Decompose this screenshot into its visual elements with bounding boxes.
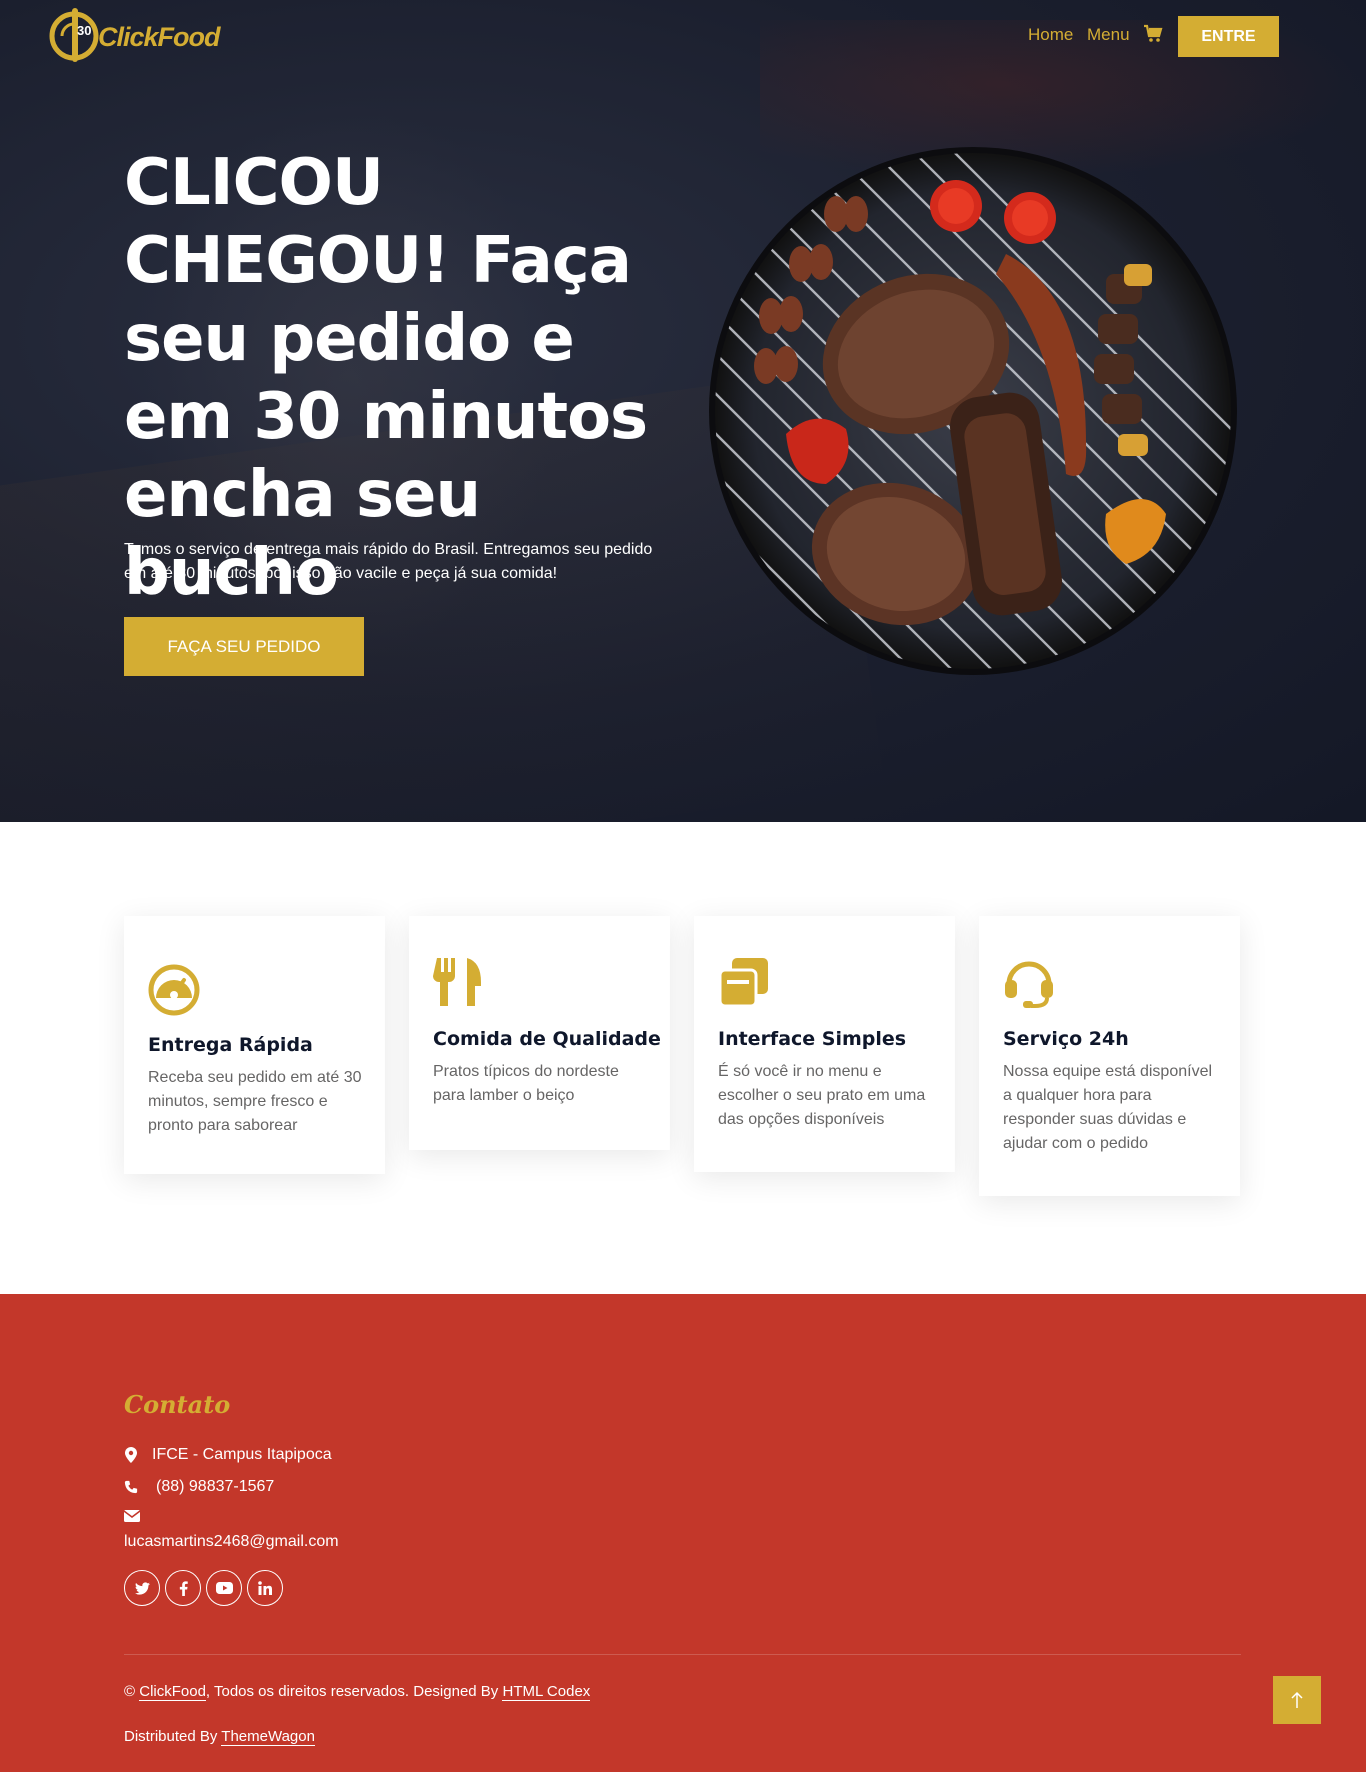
copyright-text: , Todos os direitos reservados. Designed…	[205, 1683, 499, 1700]
copy-icon	[718, 958, 768, 1008]
footer-divider	[124, 1654, 1241, 1655]
contact-address: IFCE - Campus Itapipoca	[124, 1446, 332, 1464]
map-marker-icon	[125, 1447, 137, 1463]
feature-card-quality-food: Comida de Qualidade Pratos típicos do no…	[409, 916, 670, 1150]
facebook-icon[interactable]	[165, 1570, 201, 1606]
phone-icon	[124, 1480, 138, 1494]
contact-phone-text: (88) 98837-1567	[156, 1478, 275, 1495]
feature-text: É só você ir no menu e escolher o seu pr…	[718, 1063, 926, 1128]
contact-title: Contato	[124, 1390, 231, 1419]
brand-name: ClickFood	[98, 21, 221, 52]
youtube-icon[interactable]	[206, 1570, 242, 1606]
feature-title: Serviço 24h	[1003, 1028, 1129, 1050]
feature-text: Receba seu pedido em até 30 minutos, sem…	[148, 1069, 362, 1134]
nav-menu-link[interactable]: Menu	[1087, 25, 1130, 45]
social-links	[124, 1570, 283, 1606]
brand-logo[interactable]: 30 ClickFood	[48, 6, 221, 64]
contact-phone: (88) 98837-1567	[124, 1478, 274, 1496]
distributor-link[interactable]: ThemeWagon	[221, 1728, 315, 1746]
twitter-icon[interactable]	[124, 1570, 160, 1606]
utensils-icon	[433, 958, 481, 1006]
feature-text: Nossa equipe está disponível a qualquer …	[1003, 1063, 1213, 1152]
feature-card-simple-interface: Interface Simples É só você ir no menu e…	[694, 916, 955, 1172]
distributed-line: Distributed By ThemeWagon	[124, 1728, 315, 1746]
speedometer-icon	[148, 964, 200, 1016]
contact-email-text: lucasmartins2468@gmail.com	[124, 1533, 339, 1550]
bbq-grill-image	[709, 147, 1237, 675]
linkedin-icon[interactable]	[247, 1570, 283, 1606]
headset-icon	[1005, 961, 1053, 1008]
copyright-symbol: ©	[124, 1683, 136, 1700]
back-to-top-button[interactable]	[1273, 1676, 1321, 1724]
feature-text: Pratos típicos do nordeste para lamber o…	[433, 1063, 619, 1104]
arrow-up-icon	[1291, 1691, 1303, 1708]
cart-icon[interactable]	[1143, 24, 1163, 44]
feature-title: Entrega Rápida	[148, 1034, 313, 1056]
copyright-brand-link[interactable]: ClickFood	[139, 1683, 206, 1701]
envelope-icon	[124, 1510, 140, 1522]
feature-card-fast-delivery: Entrega Rápida Receba seu pedido em até …	[124, 916, 385, 1174]
copyright-line: © ClickFood, Todos os direitos reservado…	[124, 1683, 591, 1701]
hero-subtitle: Temos o serviço de entrega mais rápido d…	[124, 541, 653, 582]
features-section: Entrega Rápida Receba seu pedido em até …	[0, 822, 1366, 1294]
feature-title: Comida de Qualidade	[433, 1028, 661, 1050]
contact-address-text: IFCE - Campus Itapipoca	[152, 1446, 332, 1463]
feature-card-24h-service: Serviço 24h Nossa equipe está disponível…	[979, 916, 1240, 1196]
footer: Contato IFCE - Campus Itapipoca (88) 988…	[0, 1294, 1366, 1772]
order-button[interactable]: FAÇA SEU PEDIDO	[124, 617, 364, 676]
nav-home-link[interactable]: Home	[1028, 25, 1073, 45]
login-button[interactable]: ENTRE	[1178, 16, 1279, 57]
hero-section: 30 ClickFood Home Menu ENTRE CLICOU CHEG…	[0, 0, 1366, 822]
distributed-text: Distributed By	[124, 1728, 218, 1745]
svg-text:30: 30	[77, 23, 91, 38]
designer-link[interactable]: HTML Codex	[502, 1683, 591, 1701]
feature-title: Interface Simples	[718, 1028, 907, 1050]
logo-mark-icon: 30	[49, 8, 99, 62]
navbar: 30 ClickFood Home Menu ENTRE	[0, 0, 1366, 72]
